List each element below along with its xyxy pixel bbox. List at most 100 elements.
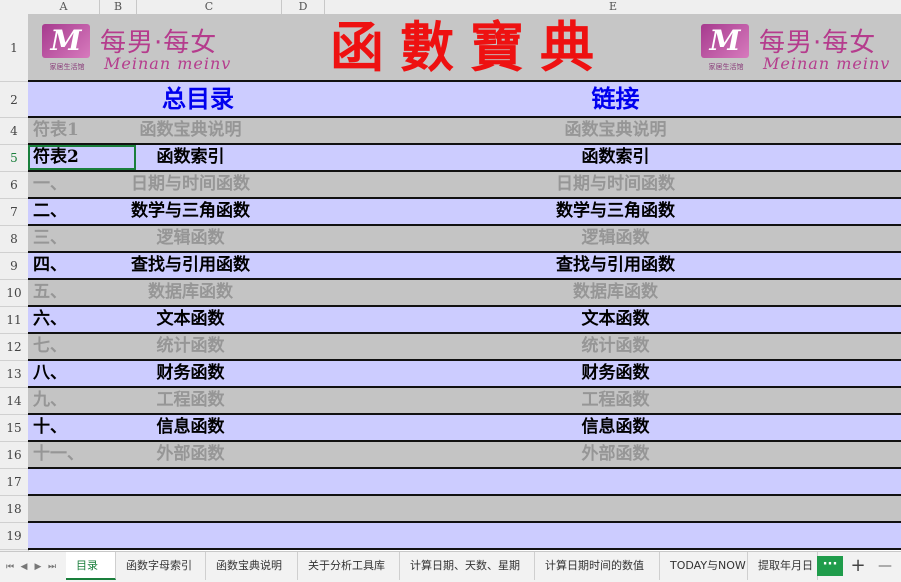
title-banner[interactable]: M 家居生活馆 每男·每女 Meinan meinv 函數寶典 M 家居生活馆 … [28,14,901,82]
row-header[interactable]: 7 [0,199,28,226]
sheet-tab[interactable]: 提取年月日 [748,552,818,580]
sheet-tab[interactable]: 计算日期、天数、星期 [400,552,535,580]
row-hyperlink[interactable]: 外部函数 [528,442,703,467]
more-sheets-button[interactable]: ··· [817,556,843,576]
row-hyperlink[interactable]: 工程函数 [528,388,703,413]
brand-tagline: 家居生活馆 [49,63,85,71]
row-header[interactable]: 16 [0,442,28,469]
row-index-label: 三、 [33,228,67,248]
row-header[interactable]: 18 [0,496,28,523]
sheet-tab[interactable]: 计算日期时间的数值 [535,552,660,580]
row-header[interactable]: 19 [0,523,28,550]
table-row[interactable]: 十、 信息函数 信息函数 [28,415,901,442]
sheet-tab[interactable]: 目录 [66,552,116,580]
table-row[interactable]: 符表1 函数宝典说明 函数宝典说明 [28,118,901,145]
row-header[interactable]: 11 [0,307,28,334]
row-index-label: 十一、 [33,444,84,464]
row-header-active[interactable]: 5 [0,145,28,172]
row-header[interactable]: 15 [0,415,28,442]
table-row[interactable] [28,523,901,550]
last-sheet-icon[interactable]: ⏭ [46,560,58,574]
table-row[interactable]: 二、 数学与三角函数 数学与三角函数 [28,199,901,226]
table-row[interactable]: 符表2 函数索引 函数索引 [28,145,901,172]
column-header-c[interactable]: C [137,0,282,14]
column-header-b[interactable]: B [100,0,137,14]
row-index-label: 十、 [33,417,67,437]
brand-tagline: 家居生活馆 [708,63,744,71]
table-row[interactable]: 四、 查找与引用函数 查找与引用函数 [28,253,901,280]
row-header[interactable]: 9 [0,253,28,280]
row-index-label: 符表2 [33,147,79,167]
brand-mark-icon: M [701,24,749,58]
sheet-tab[interactable]: 关于分析工具库 [298,552,400,580]
row-title: 统计函数 [156,336,225,356]
table-row[interactable]: 五、 数据库函数 数据库函数 [28,280,901,307]
prev-sheet-icon[interactable]: ◀ [18,560,30,574]
table-row[interactable]: 六、 文本函数 文本函数 [28,307,901,334]
column-header-bar: A B C D E [0,0,901,15]
row-header-bar: 1 2 4 5 6 7 8 9 10 11 12 13 14 15 16 17 … [0,14,29,551]
table-header-row[interactable]: 总目录 链接 [28,82,901,118]
row-hyperlink[interactable]: 统计函数 [528,334,703,359]
sheet-tab[interactable]: 函数字母索引 [116,552,206,580]
table-row[interactable]: 十一、 外部函数 外部函数 [28,442,901,469]
row-hyperlink[interactable]: 日期与时间函数 [528,172,703,197]
row-header[interactable]: 12 [0,334,28,361]
table-row[interactable]: 三、 逻辑函数 逻辑函数 [28,226,901,253]
row-header[interactable]: 13 [0,361,28,388]
table-row[interactable]: 七、 统计函数 统计函数 [28,334,901,361]
row-title: 信息函数 [156,417,225,437]
next-sheet-icon[interactable]: ▶ [32,560,44,574]
row-index-label: 符表1 [33,120,79,140]
table-row[interactable] [28,496,901,523]
row-header[interactable]: 6 [0,172,28,199]
row-header[interactable]: 1 [0,14,28,82]
table-row[interactable]: 八、 财务函数 财务函数 [28,361,901,388]
brand-logo-left: M 家居生活馆 每男·每女 Meinan meinv [42,22,242,74]
sheet-tab[interactable]: 函数宝典说明 [206,552,298,580]
row-title: 数学与三角函数 [131,201,250,221]
table-row[interactable]: 九、 工程函数 工程函数 [28,388,901,415]
row-title: 逻辑函数 [156,228,225,248]
row-index-label: 七、 [33,336,67,356]
sheet-tab[interactable]: TODAY与NOW [660,552,748,580]
row-header[interactable]: 10 [0,280,28,307]
row-title: 函数索引 [156,147,225,167]
row-index-label: 二、 [33,201,67,221]
minimize-icon[interactable]: — [875,555,895,577]
table-row[interactable]: 一、 日期与时间函数 日期与时间函数 [28,172,901,199]
column-header-e[interactable]: E [325,0,901,14]
column-header-a[interactable]: A [28,0,100,14]
row-hyperlink[interactable]: 逻辑函数 [528,226,703,251]
row-index-label: 六、 [33,309,67,329]
table-header-contents: 总目录 [162,85,234,113]
row-hyperlink[interactable]: 函数宝典说明 [528,118,703,143]
table-row[interactable] [28,469,901,496]
row-title: 日期与时间函数 [131,174,250,194]
first-sheet-icon[interactable]: ⏮ [4,560,16,574]
row-header[interactable]: 4 [0,118,28,145]
row-header[interactable]: 17 [0,469,28,496]
row-hyperlink[interactable]: 数学与三角函数 [528,199,703,224]
row-hyperlink[interactable]: 数据库函数 [528,280,703,305]
row-title: 文本函数 [156,309,225,329]
brand-name-en: Meinan meinv [763,54,891,73]
row-hyperlink[interactable]: 查找与引用函数 [528,253,703,278]
row-hyperlink[interactable]: 函数索引 [528,145,703,170]
row-hyperlink[interactable]: 财务函数 [528,361,703,386]
row-title: 函数宝典说明 [139,120,242,140]
brand-logo-right: M 家居生活馆 每男·每女 Meinan meinv [701,22,901,74]
column-header-d[interactable]: D [282,0,325,14]
row-title: 财务函数 [156,363,225,383]
row-header[interactable]: 8 [0,226,28,253]
row-hyperlink[interactable]: 信息函数 [528,415,703,440]
brand-mark-icon: M [42,24,90,58]
add-sheet-button[interactable]: + [848,555,868,577]
row-header[interactable]: 14 [0,388,28,415]
row-header[interactable]: 2 [0,82,28,118]
row-hyperlink[interactable]: 文本函数 [528,307,703,332]
row-index-label: 九、 [33,390,67,410]
row-title: 工程函数 [156,390,225,410]
row-index-label: 四、 [33,255,67,275]
row-title: 外部函数 [156,444,225,464]
